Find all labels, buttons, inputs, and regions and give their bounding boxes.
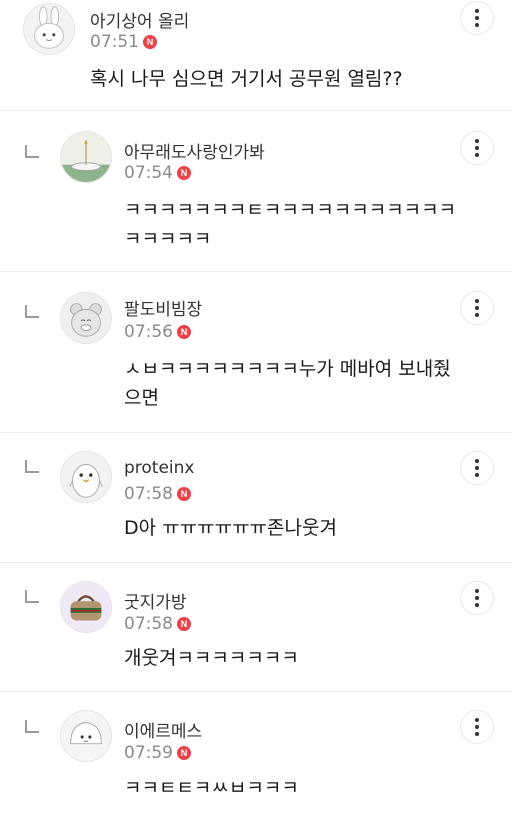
comment-nickname[interactable]: 이에르메스 [124,717,202,742]
comment-time: 07:54 [124,163,173,183]
comment-text: 혹시 나무 심으면 거기서 공무원 열림?? [90,68,403,90]
comment-time: 07:58 [124,484,173,504]
more-vertical-icon[interactable] [460,1,494,35]
bunny-avatar[interactable] [23,3,75,55]
more-vertical-icon[interactable] [460,581,494,615]
comment-nickname[interactable]: 팔도비빔장 [124,295,202,320]
comment-time: 07:56 [124,322,173,342]
comment-item: 아무래도사랑인가봐 07:54 N ㅋㅋㅋㅋㅋㅋㅋㅌㅋㅋㅋㅋㅋㅋㅋㅋㅋㅋㅋ ㅋㅋ… [0,111,512,271]
penguin-avatar[interactable] [60,451,112,503]
new-badge: N [177,487,191,501]
comment-item: 이에르메스 07:59 N ㅋㅋㅌㅌㅋㅆㅂㅋㅋㅋ [0,692,512,820]
new-badge: N [143,35,157,49]
reply-arrow-icon [25,460,39,473]
more-vertical-icon[interactable] [460,131,494,165]
comment-text-line: ㅋㅋㅋㅋㅋㅋㅋㅌㅋㅋㅋㅋㅋㅋㅋㅋㅋㅋㅋ [124,199,457,221]
handbag-avatar[interactable] [60,581,112,633]
comment-time: 07:59 [124,743,173,763]
comment-nickname[interactable]: 굿지가방 [124,588,187,613]
comment-nickname[interactable]: 아무래도사랑인가봐 [124,138,265,163]
comment-time-row: 07:58 N [124,484,191,504]
dumpling-avatar[interactable] [60,710,112,762]
comment-text-line: 으면 [124,387,159,409]
comment-item: 굿지가방 07:58 N 개웃겨ㅋㅋㅋㅋㅋㅋㅋ [0,563,512,691]
comment-item: 팔도비빔장 07:56 N ㅅㅂㅋㅋㅋㅋㅋㅋㅋㅋ누가 메바여 보내줬 으면 [0,272,512,432]
new-badge: N [177,746,191,760]
comment-nickname[interactable]: proteinx [124,458,195,478]
more-vertical-icon[interactable] [460,291,494,325]
more-vertical-icon[interactable] [460,451,494,485]
comment-time-row: 07:58 N [124,614,191,634]
comment-time-row: 07:59 N [124,743,191,763]
comment-text: 개웃겨ㅋㅋㅋㅋㅋㅋㅋ [124,647,299,669]
reply-arrow-icon [25,720,39,733]
comment-time: 07:58 [124,614,173,634]
comment-text-line: ㅋㅋㅋㅋㅋ [124,228,212,250]
new-badge: N [177,166,191,180]
reply-arrow-icon [25,305,39,318]
comment-item: proteinx 07:58 N D아 ㅠㅠㅠㅠㅠㅠ존나웃겨 [0,433,512,562]
comment-text-line: ㅅㅂㅋㅋㅋㅋㅋㅋㅋㅋ누가 메바여 보내줬 [124,358,451,380]
landscape-avatar[interactable] [60,131,112,183]
comment-text: ㅋㅋㅌㅌㅋㅆㅂㅋㅋㅋ [124,777,299,799]
reply-arrow-icon [25,145,39,158]
comment-time: 07:51 [90,32,139,52]
comment-thread: 아기상어 올리 07:51 N 혹시 나무 심으면 거기서 공무원 열림?? 아… [0,0,512,820]
comment-nickname[interactable]: 아기상어 올리 [90,7,189,32]
new-badge: N [177,325,191,339]
more-vertical-icon[interactable] [460,710,494,744]
reply-arrow-icon [25,590,39,603]
comment-text: D아 ㅠㅠㅠㅠㅠㅠ존나웃겨 [124,517,337,539]
comment-time-row: 07:56 N [124,322,191,342]
comment-item: 아기상어 올리 07:51 N 혹시 나무 심으면 거기서 공무원 열림?? [0,0,512,110]
new-badge: N [177,617,191,631]
comment-time-row: 07:51 N [90,32,157,52]
comment-time-row: 07:54 N [124,163,191,183]
round-character-avatar[interactable] [60,292,112,344]
